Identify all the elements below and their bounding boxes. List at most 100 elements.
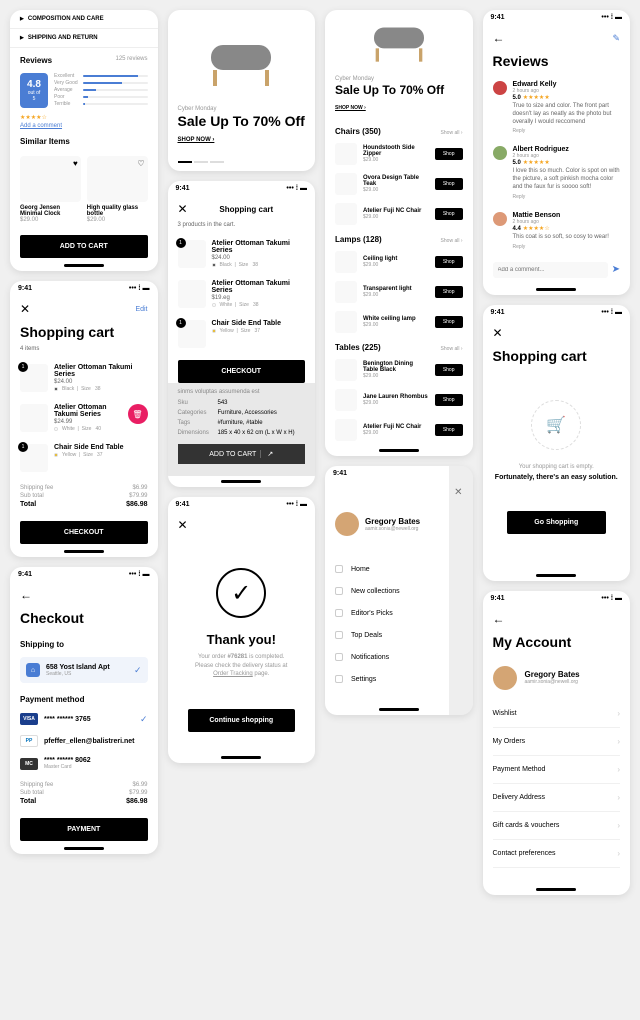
check-icon: ✓	[216, 568, 266, 618]
chevron-right-icon: ▶	[20, 16, 24, 22]
catalog-screen: Cyber Monday Sale Up To 70% Off SHOP NOW…	[325, 10, 473, 456]
cart-item[interactable]: 1Atelier Ottoman Takumi Series$24.00 Bla…	[10, 358, 158, 398]
share-icon[interactable]: ↗	[260, 450, 273, 458]
close-icon[interactable]: ✕	[178, 518, 188, 532]
account-item[interactable]: Delivery Address›	[493, 784, 621, 812]
back-icon[interactable]: ←	[10, 582, 158, 608]
continue-shopping-button[interactable]: Continue shopping	[188, 709, 296, 732]
stars-icon: ★★★★☆	[10, 112, 158, 123]
back-icon[interactable]: ←	[483, 606, 631, 632]
chevron-right-icon: ›	[617, 849, 620, 858]
similar-item[interactable]: ♥Georg Jensen Minimal Clock$29.00	[20, 156, 81, 223]
payment-card[interactable]: PPpfeffer_ellen@balistreri.net	[10, 730, 158, 752]
avatar[interactable]	[493, 666, 517, 690]
shop-button[interactable]: Shop	[435, 256, 463, 268]
product-row[interactable]: Benington Dining Table Black$29.00Shop	[325, 355, 473, 385]
payment-card[interactable]: MC**** ****** 8062Master Card	[10, 752, 158, 775]
account-item[interactable]: Wishlist›	[493, 700, 621, 728]
cart-item[interactable]: 1Chair Side End Table Yellow | Size 37	[168, 314, 316, 354]
shop-now-link[interactable]: SHOP NOW ›	[335, 105, 366, 111]
add-to-cart-button[interactable]: ADD TO CART	[20, 235, 148, 258]
close-icon[interactable]: ✕	[493, 326, 503, 340]
back-icon[interactable]: ←	[493, 31, 505, 45]
menu-item[interactable]: Settings	[335, 668, 463, 690]
accordion-shipping[interactable]: ▶SHIPPING AND RETURN	[10, 29, 158, 48]
reply-link[interactable]: Reply	[513, 128, 621, 134]
shop-button[interactable]: Shop	[435, 286, 463, 298]
reviews-screen: 9:41••• ⁞ ▬ ←✎ Reviews Edward Kelly2 hou…	[483, 10, 631, 295]
menu-item[interactable]: New collections	[335, 580, 463, 602]
reply-link[interactable]: Reply	[513, 244, 621, 250]
go-shopping-button[interactable]: Go Shopping	[507, 511, 607, 534]
add-to-cart-button[interactable]: ADD TO CART↗	[178, 444, 306, 464]
show-all-link[interactable]: Show all ›	[441, 130, 463, 136]
menu-item[interactable]: Top Deals	[335, 624, 463, 646]
menu-item[interactable]: Editor's Picks	[335, 602, 463, 624]
menu-item[interactable]: Notifications	[335, 646, 463, 668]
review-item: Edward Kelly2 hours ago5.0 ★★★★★True to …	[483, 75, 631, 140]
cart-item[interactable]: Atelier Ottoman Takumi Series$24.99 Whit…	[10, 398, 158, 438]
checkout-button[interactable]: CHECKOUT	[20, 521, 148, 544]
reply-link[interactable]: Reply	[513, 194, 621, 200]
home-icon: ⌂	[26, 663, 40, 677]
cart-screen: 9:41••• ⁞ ▬ ✕Edit Shopping cart 4 items …	[10, 281, 158, 557]
heart-icon[interactable]: ♡	[137, 159, 144, 168]
close-icon[interactable]: ✕	[20, 302, 30, 316]
account-item[interactable]: My Orders›	[493, 728, 621, 756]
shop-button[interactable]: Shop	[435, 178, 463, 190]
send-icon[interactable]: ➤	[612, 264, 620, 275]
cart-item[interactable]: 1Atelier Ottoman Takumi Series$24.00 Bla…	[168, 234, 316, 274]
empty-cart-screen: 9:41••• ⁞ ▬ ✕ Shopping cart 🛒 Your shopp…	[483, 305, 631, 581]
chevron-right-icon: ▶	[20, 35, 24, 41]
review-item: Mattie Benson2 hours ago4.4 ★★★★☆This co…	[483, 206, 631, 256]
hero-screen: Cyber Monday Sale Up To 70% Off SHOP NOW…	[168, 10, 316, 171]
show-all-link[interactable]: Show all ›	[441, 346, 463, 352]
edit-icon[interactable]: ✎	[612, 33, 620, 44]
account-item[interactable]: Contact preferences›	[493, 840, 621, 868]
shop-button[interactable]: Shop	[435, 424, 463, 436]
shop-button[interactable]: Shop	[435, 208, 463, 220]
cart-item[interactable]: 1Chair Side End Table Yellow | Size 37	[10, 438, 158, 478]
account-item[interactable]: Gift cards & vouchers›	[493, 812, 621, 840]
menu-item[interactable]: Home	[335, 558, 463, 580]
shop-button[interactable]: Shop	[435, 316, 463, 328]
reviews-count[interactable]: 125 reviews	[115, 56, 147, 62]
heart-icon[interactable]: ♥	[73, 159, 78, 168]
close-icon[interactable]: ✕	[178, 202, 188, 216]
chevron-right-icon: ›	[617, 821, 620, 830]
similar-item[interactable]: ♡High quality glass bottle$29.00	[87, 156, 148, 223]
shop-button[interactable]: Shop	[435, 364, 463, 376]
product-row[interactable]: Ovora Design Table Teak$29.00Shop	[325, 169, 473, 199]
chevron-right-icon: ›	[617, 737, 620, 746]
shop-button[interactable]: Shop	[435, 394, 463, 406]
delete-icon[interactable]: 🗑	[128, 404, 148, 424]
edit-link[interactable]: Edit	[135, 306, 147, 313]
page-title: Checkout	[10, 608, 158, 632]
rating-badge: 4.8out of 5	[20, 73, 48, 108]
product-row[interactable]: Houndstooth Side Zipper$29.00Shop	[325, 139, 473, 169]
product-row[interactable]: Transparent light$29.00Shop	[325, 277, 473, 307]
product-row[interactable]: Atelier Fuji NC Chair$29.00Shop	[325, 415, 473, 445]
payment-button[interactable]: PAYMENT	[20, 818, 148, 841]
product-row[interactable]: Atelier Fuji NC Chair$29.00Shop	[325, 199, 473, 229]
shop-now-link[interactable]: SHOP NOW ›	[178, 137, 215, 143]
product-row[interactable]: White ceiling lamp$29.00Shop	[325, 307, 473, 337]
show-all-link[interactable]: Show all ›	[441, 238, 463, 244]
product-row[interactable]: Ceiling light$29.00Shop	[325, 247, 473, 277]
account-item[interactable]: Payment Method›	[493, 756, 621, 784]
payment-card[interactable]: VISA**** ****** 3765✓	[10, 708, 158, 730]
shop-button[interactable]: Shop	[435, 148, 463, 160]
pagination-dots[interactable]	[168, 153, 316, 171]
avatar[interactable]	[335, 512, 359, 536]
checkout-button[interactable]: CHECKOUT	[178, 360, 306, 383]
cart-item[interactable]: Atelier Ottoman Takumi Series$19.eg Whit…	[168, 274, 316, 314]
order-tracking-link[interactable]: Order Tracking	[213, 671, 253, 677]
comment-input[interactable]	[493, 262, 608, 278]
accordion-composition[interactable]: ▶COMPOSITION AND CARE	[10, 10, 158, 29]
address-card[interactable]: ⌂ 658 Yost Island AptSeattle, US ✓	[20, 657, 148, 683]
home-indicator	[64, 264, 104, 267]
check-icon: ✓	[134, 665, 142, 676]
product-image	[335, 10, 463, 70]
product-row[interactable]: Jane Lauren Rhombus$29.00Shop	[325, 385, 473, 415]
product-detail-screen: ▶COMPOSITION AND CARE ▶SHIPPING AND RETU…	[10, 10, 158, 271]
